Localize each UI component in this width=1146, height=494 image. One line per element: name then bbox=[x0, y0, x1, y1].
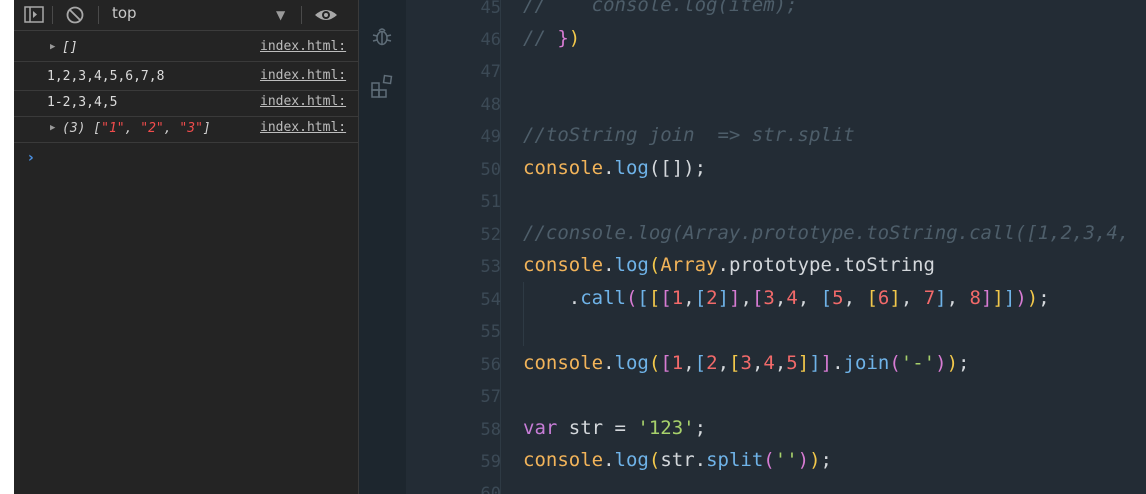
code-line: var str = '123'; bbox=[523, 417, 707, 439]
chevron-down-icon[interactable]: ▼ bbox=[276, 8, 285, 22]
code-line: // }) bbox=[523, 27, 581, 49]
expand-triangle-icon[interactable]: ▶ bbox=[50, 123, 55, 133]
line-number: 47 bbox=[480, 62, 501, 82]
console-toolbar: top ▼ bbox=[14, 0, 358, 31]
console-prompt[interactable]: › bbox=[28, 150, 34, 166]
line-number: 59 bbox=[480, 452, 501, 472]
expand-triangle-icon[interactable]: ▶ bbox=[50, 42, 55, 52]
line-number: 58 bbox=[480, 420, 501, 440]
line-number: 60 bbox=[480, 484, 501, 494]
message-text: 1,2,3,4,5,6,7,8 bbox=[47, 69, 165, 84]
line-number: 50 bbox=[480, 160, 501, 180]
line-number: 51 bbox=[480, 192, 501, 212]
source-link[interactable]: index.html: bbox=[260, 68, 346, 83]
console-message[interactable]: ▶ (3) ["1", "2", "3"] index.html: bbox=[14, 116, 358, 143]
console-message[interactable]: ▶ [] index.html: bbox=[14, 35, 358, 62]
extensions-icon[interactable] bbox=[370, 74, 394, 98]
window-edge bbox=[0, 0, 14, 494]
line-number: 46 bbox=[480, 30, 501, 50]
console-message: 1-2,3,4,5 index.html: bbox=[14, 90, 358, 117]
devtools-console: top ▼ ▶ [] index.html: 1,2,3,4,5,6,7,8 i… bbox=[14, 0, 359, 494]
line-number: 49 bbox=[480, 127, 501, 147]
source-link[interactable]: index.html: bbox=[260, 120, 346, 135]
activity-bar bbox=[359, 0, 406, 494]
code-line: console.log([1,[2,[3,4,5]]].join('-')); bbox=[523, 352, 970, 374]
message-text: 1-2,3,4,5 bbox=[47, 95, 118, 110]
eye-icon[interactable] bbox=[314, 5, 337, 25]
message-text: (3) ["1", "2", "3"] bbox=[62, 121, 211, 136]
source-link[interactable]: index.html: bbox=[260, 39, 346, 54]
line-number: 55 bbox=[480, 322, 501, 342]
code-line: console.log(Array.prototype.toString bbox=[523, 254, 935, 276]
line-number: 53 bbox=[480, 257, 501, 277]
code-line: // console.log(item); bbox=[523, 0, 798, 16]
code-line: //console.log(Array.prototype.toString.c… bbox=[523, 222, 1130, 244]
line-number: 45 bbox=[480, 0, 501, 18]
toolbar-divider bbox=[301, 6, 302, 24]
line-number: 54 bbox=[480, 290, 501, 310]
line-number: 48 bbox=[480, 95, 501, 115]
code-line: //toString join => str.split bbox=[523, 124, 855, 146]
code-line: console.log(str.split('')); bbox=[523, 449, 832, 471]
console-message: 1,2,3,4,5,6,7,8 index.html: bbox=[14, 64, 358, 91]
context-selector[interactable]: top bbox=[112, 4, 137, 22]
code-line: .call([[[1,[2]],[3,4, [5, [6], 7], 8]]])… bbox=[523, 287, 1050, 309]
clear-console-icon[interactable] bbox=[64, 5, 86, 25]
code-editor[interactable]: 45 46 47 48 49 50 51 52 53 54 55 56 57 5… bbox=[406, 0, 1146, 494]
message-text: [] bbox=[62, 40, 78, 55]
sidebar-toggle-icon[interactable] bbox=[23, 5, 45, 25]
debug-icon[interactable] bbox=[370, 24, 394, 48]
toolbar-divider bbox=[98, 6, 99, 24]
code-line: console.log([]); bbox=[523, 157, 707, 179]
toolbar-divider bbox=[52, 6, 53, 24]
line-number: 52 bbox=[480, 225, 501, 245]
source-link[interactable]: index.html: bbox=[260, 94, 346, 109]
line-number: 57 bbox=[480, 387, 501, 407]
line-number: 56 bbox=[480, 355, 501, 375]
